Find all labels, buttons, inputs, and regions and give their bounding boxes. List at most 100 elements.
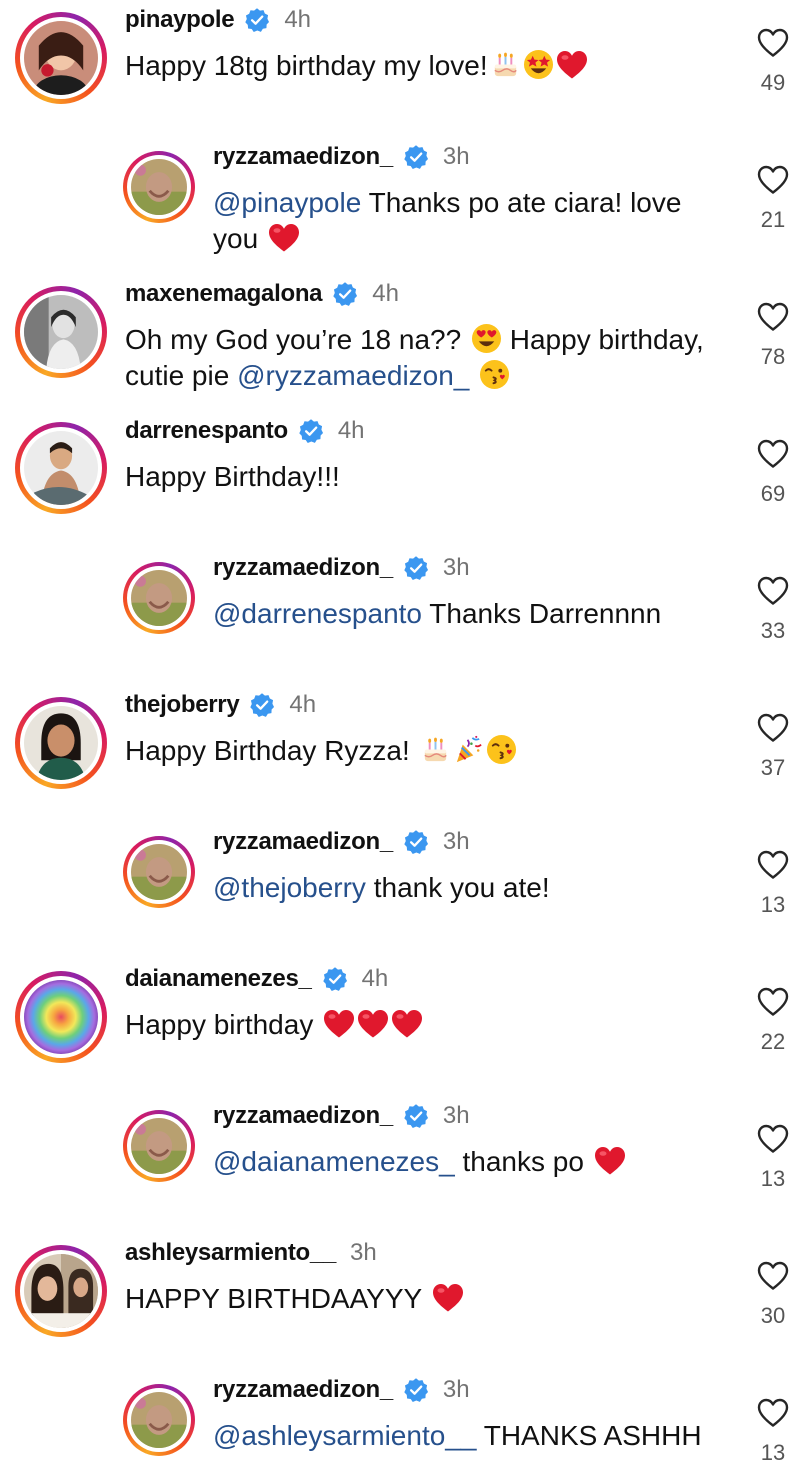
timestamp: 4h [289, 691, 317, 718]
like-count: 13 [760, 1166, 786, 1191]
comment-header: maxenemagalona 4h [125, 277, 399, 311]
avatar[interactable] [15, 422, 107, 514]
avatar[interactable] [15, 12, 107, 104]
avatar[interactable] [15, 697, 107, 789]
timestamp: 3h [442, 554, 470, 581]
comment-text: @thejoberry thank you ate! [213, 870, 550, 906]
avatar[interactable] [15, 1245, 107, 1337]
mention-link[interactable]: @darrenespanto [213, 598, 422, 629]
verified-badge-icon [249, 692, 275, 718]
like-control: 13 [756, 850, 790, 918]
mention-link[interactable]: @ryzzamaedizon_ [237, 360, 469, 391]
verified-badge-icon [403, 144, 429, 170]
comment-body: Thanks Darrennnn [429, 598, 662, 629]
like-control: 13 [756, 1124, 790, 1192]
like-control: 22 [756, 987, 790, 1055]
verified-badge-icon [298, 418, 324, 444]
like-heart-icon[interactable] [757, 28, 789, 58]
like-heart-icon[interactable] [757, 1261, 789, 1291]
like-count: 69 [760, 481, 786, 506]
avatar[interactable] [15, 286, 107, 378]
verified-badge-icon [403, 1103, 429, 1129]
username[interactable]: pinaypole [125, 6, 235, 34]
comment-body: thank you ate! [373, 872, 550, 903]
comment-body: Happy Birthday!!! [125, 461, 340, 492]
like-heart-icon[interactable] [757, 1398, 789, 1428]
username[interactable]: darrenespanto [125, 417, 288, 445]
mention-link[interactable]: @daianamenezes_ [213, 1146, 455, 1177]
like-count: 78 [760, 344, 786, 369]
like-control: 13 [756, 1398, 790, 1466]
avatar[interactable] [123, 1110, 195, 1182]
mention-link[interactable]: @thejoberry [213, 872, 366, 903]
comment-header: daianamenezes_ 4h [125, 962, 388, 996]
username[interactable]: ryzzamaedizon_ [213, 554, 393, 582]
like-heart-icon[interactable] [757, 576, 789, 606]
comment-text: @ashleysarmiento__ THANKS ASHHH [213, 1418, 702, 1454]
like-control: 33 [756, 576, 790, 644]
avatar[interactable] [15, 971, 107, 1063]
party-popper-icon [453, 734, 484, 765]
username[interactable]: ashleysarmiento__ [125, 1239, 336, 1267]
verified-badge-icon [403, 829, 429, 855]
comment-text: Oh my God you’re 18 na?? Happy birthday,… [125, 322, 704, 394]
like-control: 30 [756, 1261, 790, 1329]
username[interactable]: ryzzamaedizon_ [213, 143, 393, 171]
comment-text: HAPPY BIRTHDAAYYY [125, 1281, 464, 1317]
username[interactable]: ryzzamaedizon_ [213, 828, 393, 856]
comment-body: Happy 18tg birthday my love! [125, 50, 488, 81]
comment-body: Thanks po ate ciara! love [368, 187, 682, 218]
like-control: 69 [756, 439, 790, 507]
avatar[interactable] [123, 836, 195, 908]
timestamp: 3h [442, 1102, 470, 1129]
comment-header: ashleysarmiento__ 3h [125, 1236, 377, 1270]
comment-header: ryzzamaedizon_ 3h [213, 140, 470, 174]
verified-badge-icon [403, 555, 429, 581]
comment-body-part-2: Happy birthday, [509, 324, 704, 355]
like-count: 21 [760, 207, 786, 232]
like-heart-icon[interactable] [757, 439, 789, 469]
username[interactable]: daianamenezes_ [125, 965, 312, 993]
username[interactable]: maxenemagalona [125, 280, 323, 308]
like-heart-icon[interactable] [757, 302, 789, 332]
avatar[interactable] [123, 562, 195, 634]
timestamp: 4h [372, 280, 399, 307]
comment-text: Happy 18tg birthday my love! [125, 48, 588, 84]
comment-text: @daianamenezes_ thanks po [213, 1144, 626, 1180]
comment-header: darrenespanto 4h [125, 414, 365, 448]
like-count: 30 [760, 1303, 786, 1328]
username[interactable]: ryzzamaedizon_ [213, 1102, 393, 1130]
like-control: 37 [756, 713, 790, 781]
comment-header: pinaypole 4h [125, 3, 311, 37]
like-control: 21 [756, 165, 790, 233]
timestamp: 3h [442, 143, 470, 170]
comment-body-line-2: you [213, 223, 259, 254]
like-count: 49 [760, 70, 786, 95]
like-heart-icon[interactable] [757, 850, 789, 880]
mention-link[interactable]: @pinaypole [213, 187, 361, 218]
mention-link[interactable]: @ashleysarmiento__ [213, 1420, 476, 1451]
red-heart-icon [594, 1146, 626, 1176]
comment-header: ryzzamaedizon_ 3h [213, 1099, 470, 1133]
username[interactable]: thejoberry [125, 691, 240, 719]
like-heart-icon[interactable] [757, 987, 789, 1017]
timestamp: 4h [337, 417, 365, 444]
comment-body-line-2: cutie pie [125, 360, 230, 391]
avatar[interactable] [123, 151, 195, 223]
comment-body: Happy birthday [125, 1009, 314, 1040]
avatar[interactable] [123, 1384, 195, 1456]
like-count: 33 [760, 618, 786, 643]
like-heart-icon[interactable] [757, 713, 789, 743]
like-heart-icon[interactable] [757, 165, 789, 195]
birthday-cake-icon [490, 49, 521, 80]
comment-body: Happy Birthday Ryzza! [125, 735, 410, 766]
comment-header: ryzzamaedizon_ 3h [213, 1373, 470, 1407]
comment-body: HAPPY BIRTHDAAYYY [125, 1283, 422, 1314]
red-heart-icon [268, 223, 300, 253]
comment-body: THANKS ASHHH [483, 1420, 702, 1451]
blowing-kiss-icon [479, 359, 510, 390]
username[interactable]: ryzzamaedizon_ [213, 1376, 393, 1404]
like-heart-icon[interactable] [757, 1124, 789, 1154]
red-heart-icon [323, 1009, 355, 1039]
verified-badge-icon [322, 966, 348, 992]
